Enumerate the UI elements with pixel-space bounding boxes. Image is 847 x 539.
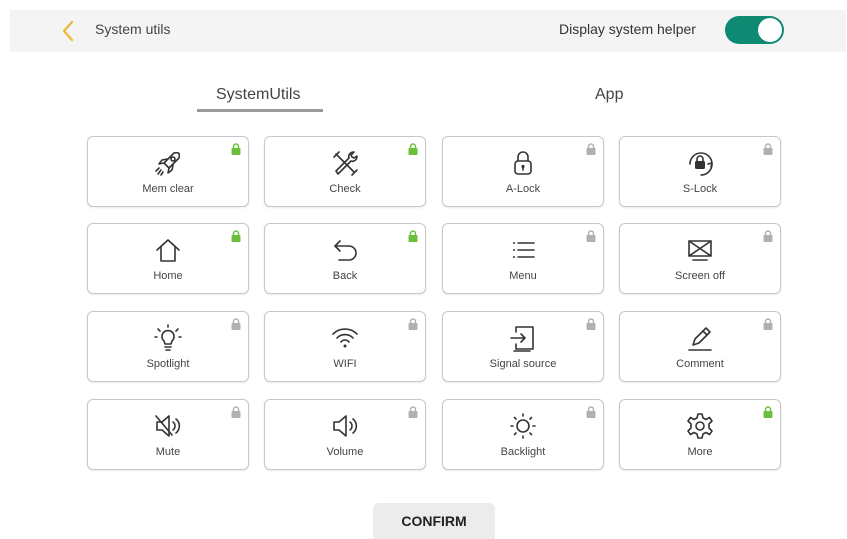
unlocked-icon <box>408 229 418 242</box>
system-helper-toggle[interactable] <box>725 16 784 44</box>
mute-icon <box>153 411 183 441</box>
unlocked-icon <box>231 142 241 155</box>
tile-more[interactable]: More <box>619 399 781 470</box>
tab-systemutils[interactable]: SystemUtils <box>216 86 300 104</box>
tile-label: Check <box>329 183 361 195</box>
confirm-button[interactable]: CONFIRM <box>373 503 495 539</box>
toggle-knob <box>758 18 782 42</box>
padlock-icon <box>508 148 538 178</box>
rocket-icon <box>153 148 183 178</box>
tile-back[interactable]: Back <box>264 223 426 294</box>
lock-icon <box>763 317 773 330</box>
lock-icon <box>586 317 596 330</box>
tile-signal-source[interactable]: Signal source <box>442 311 604 382</box>
tile-label: More <box>687 446 713 458</box>
lock-icon <box>763 142 773 155</box>
tile-menu[interactable]: Menu <box>442 223 604 294</box>
lock-icon <box>763 229 773 242</box>
tile-wifi[interactable]: WIFI <box>264 311 426 382</box>
tile-backlight[interactable]: Backlight <box>442 399 604 470</box>
screen-rotation-lock-icon <box>685 148 715 178</box>
tile-label: Screen off <box>675 270 725 282</box>
tile-label: Mute <box>155 446 181 458</box>
back-button[interactable] <box>58 16 86 46</box>
chevron-left-icon <box>58 16 86 46</box>
signal-source-icon <box>508 323 538 353</box>
tile-label: Volume <box>326 446 364 458</box>
volume-icon <box>330 411 360 441</box>
lock-icon <box>586 405 596 418</box>
lock-icon <box>586 229 596 242</box>
tile-label: Back <box>332 270 358 282</box>
tile-label: Backlight <box>500 446 546 458</box>
system-helper-label: Display system helper <box>559 21 696 37</box>
back-arrow-icon <box>330 235 360 265</box>
tile-label: Menu <box>509 270 537 282</box>
tile-volume[interactable]: Volume <box>264 399 426 470</box>
unlocked-icon <box>231 229 241 242</box>
tile-label: Spotlight <box>146 358 190 370</box>
home-icon <box>153 235 183 265</box>
unlocked-icon <box>408 142 418 155</box>
tile-label: A-Lock <box>505 183 541 195</box>
tile-comment[interactable]: Comment <box>619 311 781 382</box>
unlocked-icon <box>763 405 773 418</box>
menu-icon <box>508 235 538 265</box>
spotlight-icon <box>153 323 183 353</box>
lock-icon <box>408 405 418 418</box>
lock-icon <box>231 405 241 418</box>
tile-label: WIFI <box>333 358 357 370</box>
gear-icon <box>685 411 715 441</box>
tile-label: S-Lock <box>682 183 718 195</box>
tile-a-lock[interactable]: A-Lock <box>442 136 604 207</box>
tile-label: Comment <box>676 358 724 370</box>
tile-s-lock[interactable]: S-Lock <box>619 136 781 207</box>
tile-label: Home <box>153 270 183 282</box>
tile-label: Mem clear <box>142 183 194 195</box>
tools-icon <box>330 148 360 178</box>
tile-check[interactable]: Check <box>264 136 426 207</box>
active-tab-indicator <box>197 109 323 112</box>
screen-off-icon <box>685 235 715 265</box>
tile-mem-clear[interactable]: Mem clear <box>87 136 249 207</box>
lock-icon <box>586 142 596 155</box>
top-bar: System utils Display system helper <box>10 10 846 52</box>
lock-icon <box>231 317 241 330</box>
tab-app[interactable]: App <box>595 86 623 104</box>
lock-icon <box>408 317 418 330</box>
pen-icon <box>685 323 715 353</box>
tile-mute[interactable]: Mute <box>87 399 249 470</box>
tile-home[interactable]: Home <box>87 223 249 294</box>
tile-spotlight[interactable]: Spotlight <box>87 311 249 382</box>
tile-screen-off[interactable]: Screen off <box>619 223 781 294</box>
page-title: System utils <box>95 21 171 37</box>
wifi-icon <box>330 323 360 353</box>
backlight-icon <box>508 411 538 441</box>
tile-label: Signal source <box>489 358 557 370</box>
